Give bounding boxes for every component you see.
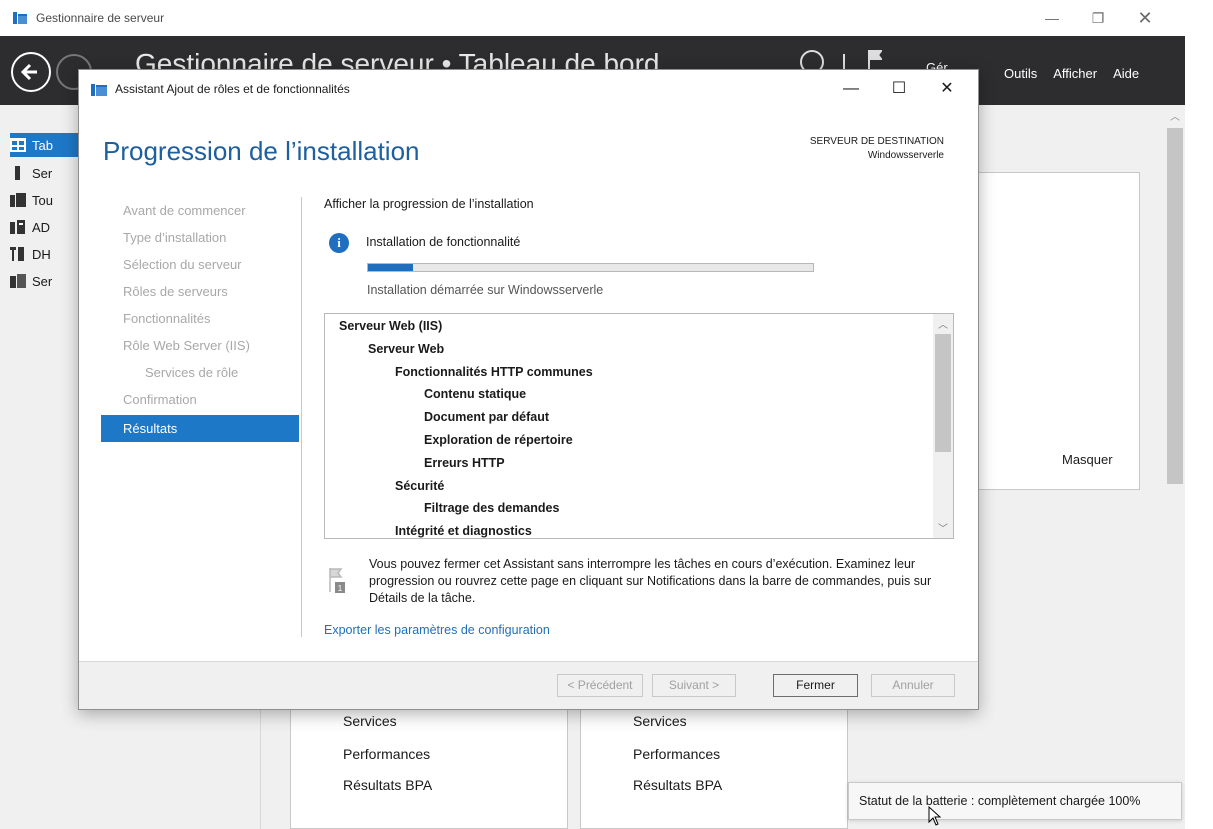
feature-item: Intégrité et diagnostics — [395, 524, 532, 539]
menu-bar: Outils Afficher Aide — [996, 66, 1147, 81]
sidebar-item-label: Ser — [32, 273, 53, 289]
sidebar-item-label: Tab — [32, 137, 53, 153]
feature-item: Serveur Web (IIS) — [339, 319, 443, 333]
page-title: Progression de l’installation — [103, 136, 420, 166]
destination-server-label: SERVEUR DE DESTINATION — [809, 136, 944, 147]
sidebar-item-label: Tou — [32, 192, 53, 208]
feature-item: Document par défaut — [424, 410, 550, 425]
feature-item: Exploration de répertoire — [424, 433, 573, 447]
server-manager-app-icon — [13, 12, 27, 24]
sidebar-item-label: AD — [32, 219, 51, 235]
progress-bar-fill — [368, 264, 413, 271]
installation-progress-bar — [367, 263, 814, 272]
menu-help[interactable]: Aide — [1105, 66, 1147, 81]
feature-item: Serveur Web — [368, 341, 445, 356]
dhcp-icon — [10, 247, 24, 261]
tile-services-link[interactable]: Services — [343, 713, 397, 729]
tile-performance-link[interactable]: Performances — [633, 746, 720, 762]
step-results[interactable]: Résultats — [101, 415, 299, 442]
features-list[interactable]: Serveur Web (IIS) Serveur Web Fonctionnali… — [324, 313, 954, 539]
dashboard-icon — [10, 138, 26, 152]
notification-count: 1 — [338, 584, 343, 593]
notification-flag-icon: 1 — [329, 568, 345, 593]
ad-icon — [10, 220, 25, 234]
next-button[interactable]: Suivant > — [652, 674, 736, 697]
step-role-services: Services de rôle — [145, 365, 239, 380]
step-installation-type: Type d’installation — [123, 230, 227, 245]
progress-section-title: Afficher la progression de l’installatio… — [324, 197, 534, 211]
local-server-icon — [15, 166, 20, 180]
cancel-button[interactable]: Annuler — [871, 674, 955, 697]
tile-bpa-link[interactable]: Résultats BPA — [633, 777, 722, 793]
add-roles-wizard-dialog: Assistant Ajout de rôles et de fonctionn… — [78, 69, 979, 710]
server-manager-title: Gestionnaire de serveur — [36, 11, 165, 25]
back-arrow-icon[interactable] — [11, 52, 51, 92]
file-services-icon — [10, 274, 26, 288]
mouse-cursor-icon — [928, 806, 942, 826]
previous-button[interactable]: < Précédent — [557, 674, 643, 697]
step-web-server-role: Rôle Web Server (IIS) — [123, 338, 250, 353]
step-features: Fonctionnalités — [123, 311, 211, 326]
sidebar-item-label: Ser — [32, 165, 53, 181]
role-tile: Services Performances Résultats BPA — [290, 700, 568, 829]
feature-item: Sécurité — [395, 478, 445, 493]
divider — [301, 197, 302, 637]
hide-link[interactable]: Masquer — [1062, 452, 1113, 467]
feature-item: Contenu statique — [424, 387, 527, 402]
step-confirmation: Confirmation — [123, 392, 197, 407]
step-server-roles: Rôles de serveurs — [123, 284, 228, 299]
battery-status-tooltip: Statut de la batterie : complètement cha… — [848, 782, 1182, 820]
wizard-app-icon — [91, 84, 107, 96]
notifications-flag-icon[interactable] — [868, 50, 882, 70]
close-wizard-button[interactable]: Fermer — [773, 674, 858, 697]
minimize-button[interactable]: — — [1030, 4, 1074, 32]
feature-item: Fonctionnalités HTTP communes — [395, 364, 593, 379]
wizard-minimize-button[interactable]: — — [831, 76, 871, 102]
close-button[interactable]: ✕ — [1123, 4, 1167, 32]
scrollbar-thumb[interactable] — [935, 334, 951, 452]
step-before-you-begin: Avant de commencer — [123, 203, 246, 218]
scrollbar-thumb[interactable] — [1167, 128, 1183, 484]
scroll-down-arrow-icon[interactable]: ﹀ — [935, 520, 951, 536]
tile-performance-link[interactable]: Performances — [343, 746, 430, 762]
role-tile: Services Performances Résultats BPA — [580, 700, 848, 829]
wizard-maximize-button[interactable]: ☐ — [879, 76, 919, 102]
close-wizard-note: Vous pouvez fermer cet Assistant sans in… — [369, 557, 932, 605]
all-servers-icon — [10, 193, 26, 207]
server-manager-titlebar — [0, 0, 1185, 36]
sidebar-item-label: DH — [32, 246, 51, 262]
scroll-up-arrow-icon[interactable]: ︿ — [1167, 108, 1183, 124]
wizard-title: Assistant Ajout de rôles et de fonctionn… — [115, 82, 350, 96]
tile-bpa-link[interactable]: Résultats BPA — [343, 777, 432, 793]
feature-item: Filtrage des demandes — [424, 501, 560, 516]
scroll-up-arrow-icon[interactable]: ︿ — [935, 316, 951, 332]
installation-started-text: Installation démarrée sur Windowsserverl… — [367, 283, 604, 297]
menu-view[interactable]: Afficher — [1045, 66, 1105, 81]
export-configuration-link[interactable]: Exporter les paramètres de configuration — [324, 623, 550, 637]
info-icon: i — [329, 233, 349, 253]
restore-button[interactable]: ❐ — [1076, 4, 1120, 32]
feature-item: Erreurs HTTP — [424, 455, 505, 470]
feature-install-status: Installation de fonctionnalité — [366, 235, 521, 249]
tile-services-link[interactable]: Services — [633, 713, 687, 729]
step-server-selection: Sélection du serveur — [123, 257, 242, 272]
destination-server-name: Windowsserverle — [867, 150, 944, 161]
wizard-close-button[interactable]: ✕ — [927, 76, 967, 102]
sidebar-item-dashboard[interactable]: Tab — [10, 133, 80, 157]
menu-tools[interactable]: Outils — [996, 66, 1045, 81]
